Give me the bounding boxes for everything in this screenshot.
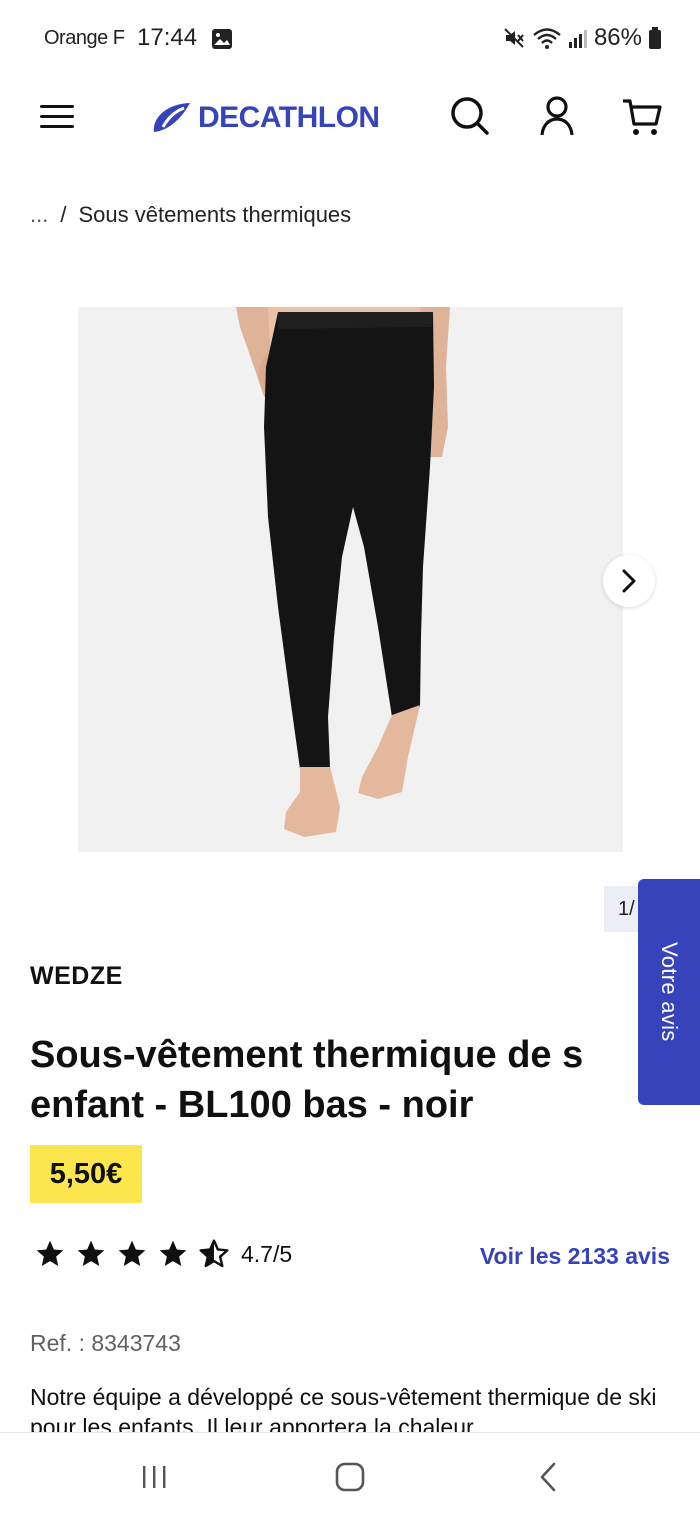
product-brand[interactable]: WEDZE xyxy=(30,962,123,991)
breadcrumb-ellipsis[interactable]: ... xyxy=(30,202,48,228)
account-icon[interactable] xyxy=(535,94,579,138)
home-icon xyxy=(335,1462,365,1492)
menu-icon[interactable] xyxy=(38,98,76,136)
battery-level: 86% xyxy=(593,24,642,51)
image-pager: 1/ xyxy=(604,886,638,932)
star-half-icon xyxy=(199,1239,229,1268)
system-nav-bar xyxy=(0,1432,700,1519)
decathlon-logo[interactable]: DECATHLON xyxy=(150,100,380,136)
mute-icon xyxy=(504,28,524,48)
product-rating[interactable]: 4.7/5 xyxy=(34,1238,292,1270)
product-price: 5,50€ xyxy=(30,1145,142,1203)
product-description: Notre équipe a développé ce sous-vêtemen… xyxy=(30,1384,657,1434)
breadcrumb: ... / Sous vêtements thermiques xyxy=(30,202,351,228)
product-title-line-2: enfant - BL100 bas - noir xyxy=(30,1084,474,1126)
gallery-icon xyxy=(212,29,232,49)
product-photo xyxy=(78,307,623,852)
back-icon xyxy=(540,1462,556,1492)
star-full-icon xyxy=(159,1240,187,1266)
rating-value: 4.7/5 xyxy=(241,1240,293,1267)
recents-icon xyxy=(143,1466,166,1488)
star-full-icon xyxy=(77,1240,105,1266)
site-header: DECATHLON xyxy=(0,78,700,158)
status-bar: Orange F 17:44 86% xyxy=(0,0,700,78)
logo-text: DECATHLON xyxy=(198,101,380,134)
breadcrumb-separator: / xyxy=(60,202,67,227)
see-reviews-link[interactable]: Voir les 2133 avis xyxy=(480,1243,670,1270)
clock: 17:44 xyxy=(137,24,198,51)
chevron-right-icon xyxy=(622,569,636,593)
product-reference: Ref. : 8343743 xyxy=(30,1330,181,1356)
carrier-name: Orange F xyxy=(44,27,125,49)
home-button[interactable] xyxy=(330,1459,370,1495)
system-indicators: 86% xyxy=(502,24,662,52)
breadcrumb-current[interactable]: Sous vêtements thermiques xyxy=(78,202,351,228)
recents-button[interactable] xyxy=(134,1459,174,1495)
feedback-tab-label: Votre avis xyxy=(657,942,682,1042)
product-title: Sous-vêtement thermique de s enfant - BL… xyxy=(30,1030,670,1130)
wifi-icon xyxy=(533,28,561,49)
star-full-icon xyxy=(118,1240,146,1266)
product-image[interactable] xyxy=(78,307,623,852)
next-image-button[interactable] xyxy=(603,555,655,607)
battery-icon xyxy=(649,27,661,49)
product-title-line-1: Sous-vêtement thermique de s xyxy=(30,1034,584,1076)
signal-icon xyxy=(568,30,587,48)
decathlon-logo-mark-icon xyxy=(153,103,190,132)
search-icon[interactable] xyxy=(448,94,492,138)
cart-icon[interactable] xyxy=(620,94,664,138)
star-full-icon xyxy=(36,1240,64,1266)
back-button[interactable] xyxy=(528,1459,568,1495)
